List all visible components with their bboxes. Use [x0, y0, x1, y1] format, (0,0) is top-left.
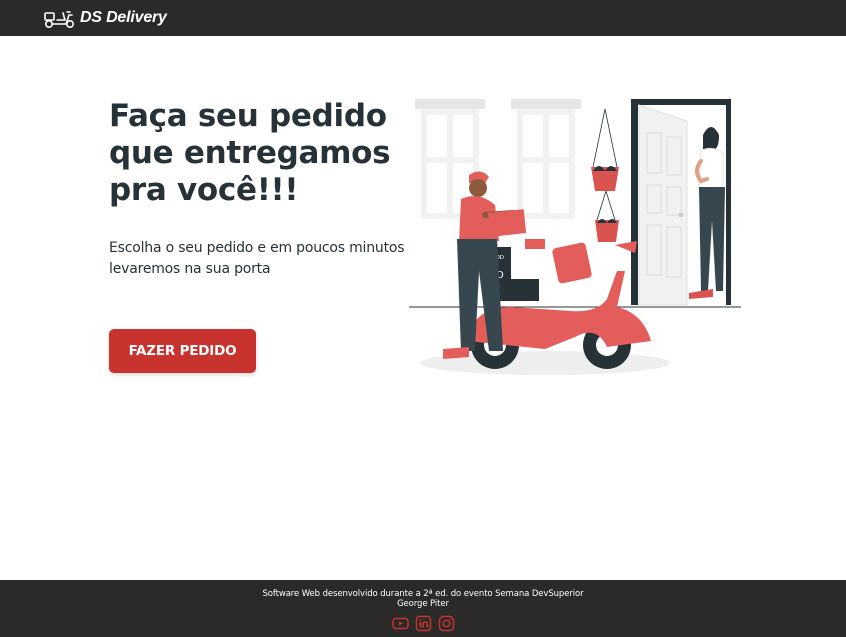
scooter-icon[interactable]	[43, 7, 76, 29]
brand-link[interactable]: DS Delivery	[80, 9, 167, 27]
hanging-plants	[591, 108, 619, 242]
youtube-icon[interactable]	[391, 615, 409, 632]
footer-credits: Software Web desenvolvido durante a 2ª e…	[262, 589, 584, 599]
linkedin-icon[interactable]	[415, 615, 432, 632]
make-order-button[interactable]: FAZER PEDIDO	[109, 329, 256, 373]
hero-subtitle: Escolha o seu pedido e em poucos minutos…	[109, 240, 405, 277]
window-right	[511, 99, 581, 219]
instagram-icon[interactable]	[438, 615, 455, 632]
hero-title: Faça seu pedido que entregamos pra você!…	[109, 98, 391, 208]
footer-author: George Piter	[397, 599, 449, 609]
delivery-illustration: FOOD TO GO	[409, 99, 741, 375]
navbar: DS Delivery	[0, 0, 846, 36]
social-links	[0, 615, 846, 632]
footer: Software Web desenvolvido durante a 2ª e…	[0, 580, 846, 637]
